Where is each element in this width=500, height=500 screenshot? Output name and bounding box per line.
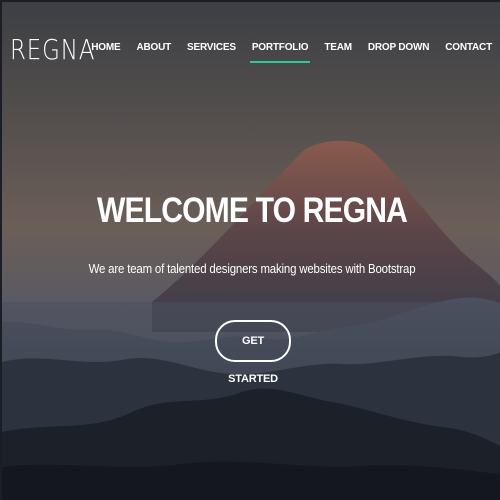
site-header: REGNA HOME ABOUT SERVICES PORTFOLIO TEAM… xyxy=(2,2,500,98)
nav-item-team[interactable]: TEAM xyxy=(324,42,352,53)
nav-item-portfolio[interactable]: PORTFOLIO xyxy=(249,42,310,63)
hero-subtitle: We are team of talented designers making… xyxy=(88,261,416,276)
nav-item-contact[interactable]: CONTACT xyxy=(445,42,492,53)
hero-section: REGNA HOME ABOUT SERVICES PORTFOLIO TEAM… xyxy=(0,0,500,500)
nav-item-home[interactable]: HOME xyxy=(91,42,120,53)
hero-title: WELCOME TO REGNA xyxy=(96,191,408,230)
nav-item-about[interactable]: ABOUT xyxy=(136,42,171,53)
nav-item-drop-down[interactable]: DROP DOWN xyxy=(368,42,430,53)
get-started-button[interactable]: GET STARTED xyxy=(215,320,291,385)
main-nav: HOME ABOUT SERVICES PORTFOLIO TEAM DROP … xyxy=(75,42,492,63)
cta-container: GET STARTED xyxy=(2,320,500,387)
nav-item-services[interactable]: SERVICES xyxy=(187,42,236,53)
